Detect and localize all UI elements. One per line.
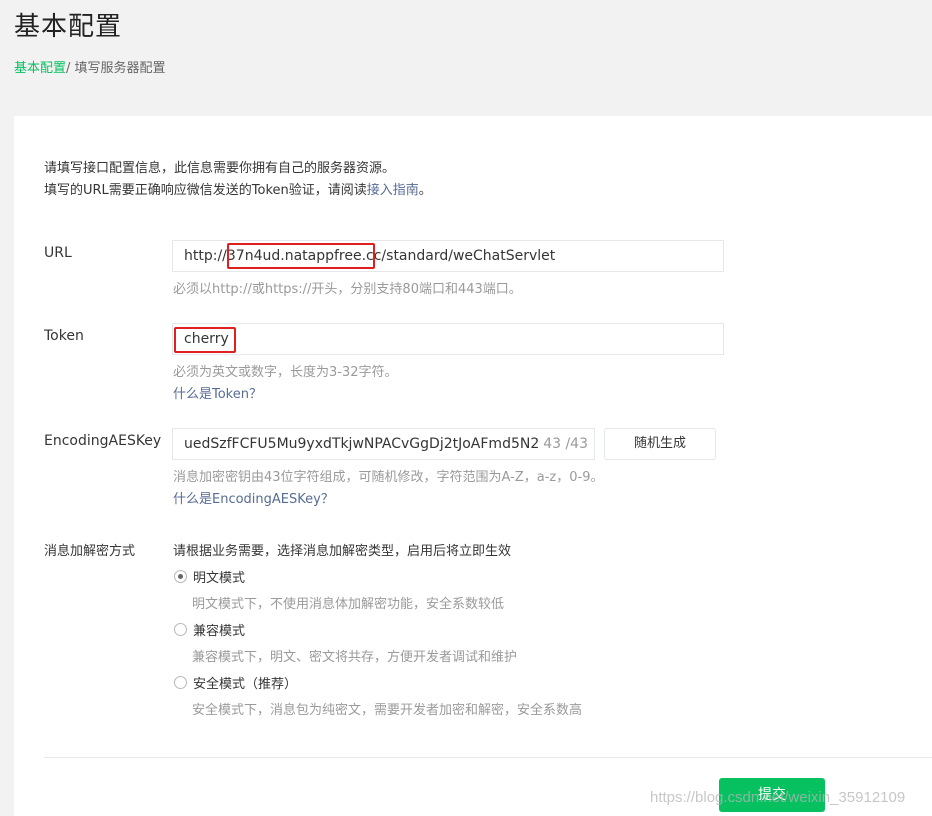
what-is-token-link[interactable]: 什么是Token？ (173, 383, 262, 402)
aes-key-input[interactable]: uedSzfFCFU5Mu9yxdTkjwNPACvGgDj2tJoAFmd5N… (172, 428, 595, 460)
watermark: https://blog.csdn.net/weixin_35912109 (650, 789, 906, 806)
token-label: Token (44, 328, 84, 344)
radio-unchecked-icon[interactable] (174, 676, 187, 689)
divider (44, 757, 932, 758)
radio-compatible-mode[interactable]: 兼容模式 (174, 620, 245, 639)
intro-line-1: 请填写接口配置信息，此信息需要你拥有自己的服务器资源。 (44, 161, 396, 176)
breadcrumb: 基本配置/ 填写服务器配置 (14, 57, 166, 76)
url-label: URL (44, 245, 72, 261)
aes-char-counter: 43 /43 (539, 429, 594, 459)
url-hint: 必须以http://或https://开头，分别支持80端口和443端口。 (173, 282, 522, 297)
intro-line-2: 填写的URL需要正确响应微信发送的Token验证，请阅读接入指南。 (44, 180, 432, 202)
breadcrumb-root-link[interactable]: 基本配置 (14, 61, 66, 76)
radio-plaintext-mode[interactable]: 明文模式 (174, 567, 245, 586)
token-hint: 必须为英文或数字，长度为3-32字符。 (173, 365, 398, 380)
intro-line-2-prefix: 填写的URL需要正确响应微信发送的Token验证，请阅读 (44, 183, 367, 198)
aes-key-value: uedSzfFCFU5Mu9yxdTkjwNPACvGgDj2tJoAFmd5N… (184, 436, 544, 452)
encryption-mode-description: 请根据业务需要，选择消息加解密类型，启用后将立即生效 (173, 544, 512, 559)
encryption-mode-label: 消息加解密方式 (44, 544, 136, 559)
plaintext-mode-desc: 明文模式下，不使用消息体加解密功能，安全系数较低 (192, 597, 505, 612)
safe-mode-desc: 安全模式下，消息包为纯密文，需要开发者加密和解密，安全系数高 (192, 703, 583, 718)
intro-text: 请填写接口配置信息，此信息需要你拥有自己的服务器资源。 填写的URL需要正确响应… (44, 158, 432, 202)
page-title: 基本配置 (14, 12, 123, 42)
radio-checked-icon[interactable] (174, 570, 187, 583)
radio-safe-mode[interactable]: 安全模式（推荐） (174, 673, 297, 692)
what-is-aes-key-link[interactable]: 什么是EncodingAESKey？ (173, 488, 334, 507)
token-input[interactable]: cherry (172, 323, 724, 355)
aes-label: EncodingAESKey (44, 433, 162, 449)
radio-unchecked-icon[interactable] (174, 623, 187, 636)
aes-hint: 消息加密密钥由43位字符组成，可随机修改，字符范围为A-Z，a-z，0-9。 (173, 470, 604, 485)
radio-label: 安全模式（推荐） (193, 677, 298, 692)
intro-line-2-suffix: 。 (418, 183, 432, 198)
breadcrumb-current: 填写服务器配置 (74, 61, 166, 76)
access-guide-link[interactable]: 接入指南 (367, 183, 419, 198)
radio-label: 明文模式 (193, 571, 246, 586)
radio-label: 兼容模式 (193, 624, 246, 639)
config-panel: 请填写接口配置信息，此信息需要你拥有自己的服务器资源。 填写的URL需要正确响应… (14, 116, 932, 816)
random-generate-button[interactable]: 随机生成 (604, 428, 716, 460)
compatible-mode-desc: 兼容模式下，明文、密文将共存，方便开发者调试和维护 (192, 650, 518, 665)
breadcrumb-separator: / (66, 61, 75, 76)
url-input[interactable]: http://37n4ud.natappfree.cc/standard/weC… (172, 240, 724, 272)
